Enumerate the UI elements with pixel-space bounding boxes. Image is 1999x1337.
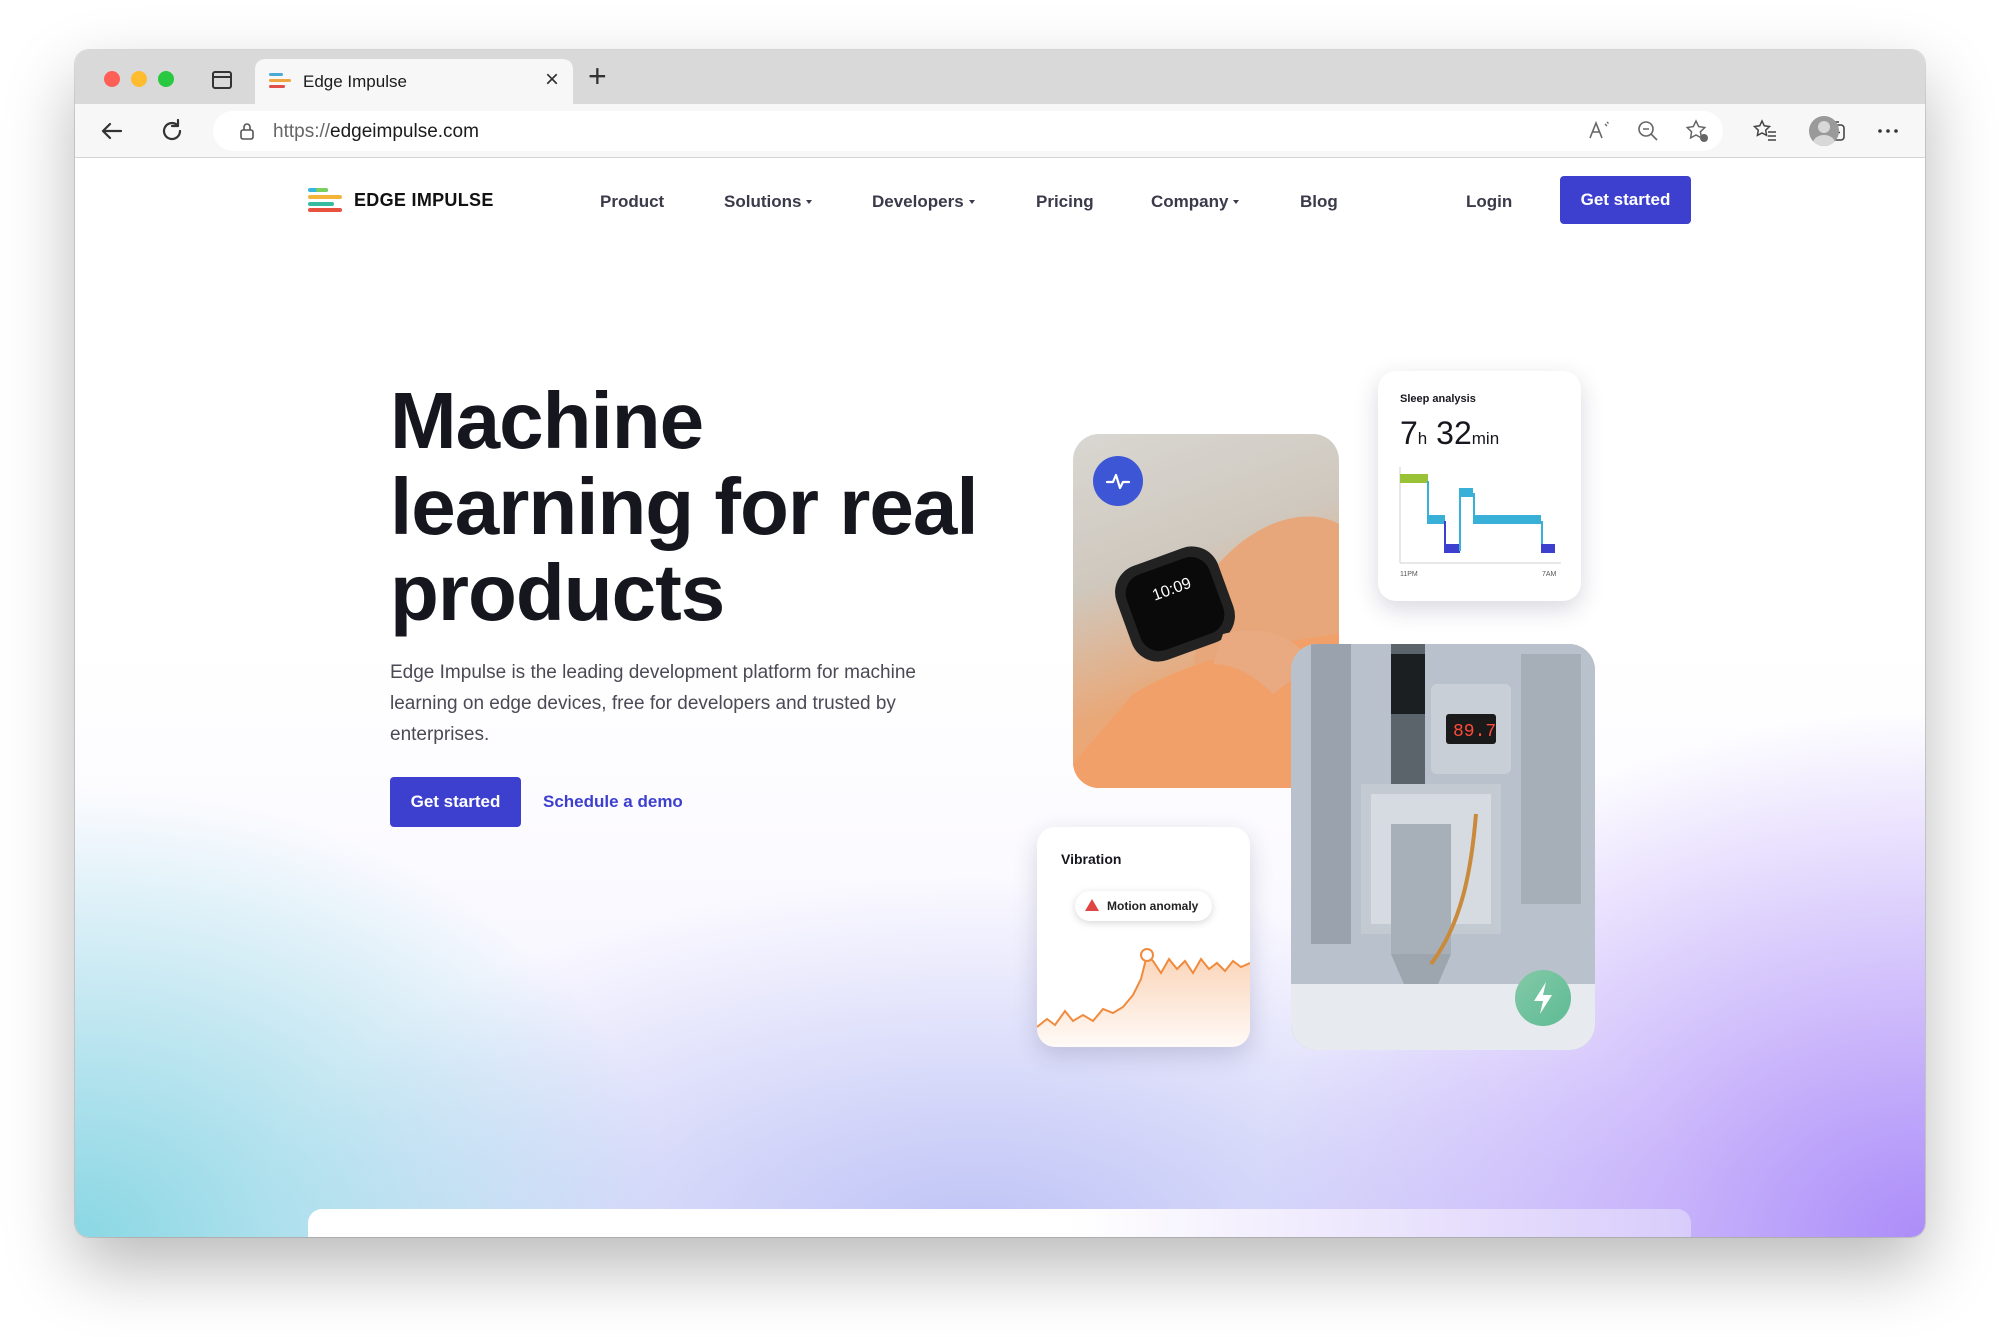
add-favorite-icon[interactable] bbox=[1684, 118, 1710, 144]
nav-pricing[interactable]: Pricing bbox=[1036, 192, 1094, 212]
address-bar[interactable]: https://edgeimpulse.com bbox=[213, 111, 1723, 151]
nav-get-started-button[interactable]: Get started bbox=[1560, 176, 1691, 224]
lightning-bolt-icon bbox=[1515, 970, 1571, 1026]
caret-down-icon bbox=[806, 200, 813, 204]
nav-login[interactable]: Login bbox=[1466, 192, 1512, 212]
sleep-axis-start: 11PM bbox=[1400, 571, 1418, 578]
hero-subtitle: Edge Impulse is the leading development … bbox=[390, 662, 916, 745]
content-panel bbox=[308, 1209, 1691, 1237]
browser-toolbar: https://edgeimpulse.com bbox=[75, 104, 1925, 158]
nav-company-label: Company bbox=[1151, 192, 1229, 211]
lock-icon[interactable] bbox=[239, 122, 255, 140]
back-arrow-icon[interactable] bbox=[97, 116, 127, 146]
sleep-axis-end: 7AM bbox=[1542, 571, 1557, 578]
machine-display-readout: 89.7 bbox=[1453, 722, 1496, 742]
nav-blog[interactable]: Blog bbox=[1300, 192, 1338, 212]
logo-text: EDGE IMPULSE bbox=[354, 189, 494, 210]
close-window-button[interactable] bbox=[104, 71, 120, 87]
reload-icon[interactable] bbox=[157, 116, 187, 146]
active-tab[interactable]: Edge Impulse × bbox=[255, 59, 573, 104]
favorites-icon[interactable] bbox=[1752, 118, 1778, 144]
profile-avatar[interactable] bbox=[1809, 116, 1839, 146]
minimize-window-button[interactable] bbox=[131, 71, 147, 87]
webpage: EDGE IMPULSE Product Solutions Developer… bbox=[75, 158, 1925, 1237]
edge-impulse-favicon-icon bbox=[269, 73, 291, 89]
url-text[interactable]: https://edgeimpulse.com bbox=[273, 121, 479, 143]
maximize-window-button[interactable] bbox=[158, 71, 174, 87]
sleep-analysis-card: Sleep analysis 7h 32min 11PM 7AM bbox=[1378, 371, 1581, 601]
site-navbar: EDGE IMPULSE Product Solutions Developer… bbox=[75, 158, 1925, 242]
read-aloud-icon[interactable] bbox=[1586, 118, 1612, 144]
vibration-sparkline bbox=[1037, 948, 1250, 1047]
new-tab-button[interactable]: + bbox=[588, 60, 607, 92]
tab-title: Edge Impulse bbox=[303, 72, 407, 91]
nav-product[interactable]: Product bbox=[600, 192, 664, 212]
zoom-out-icon[interactable] bbox=[1635, 118, 1661, 144]
schedule-demo-link[interactable]: Schedule a demo bbox=[543, 792, 683, 812]
hero-title: Machine learning for real products bbox=[390, 376, 979, 637]
nav-solutions-label: Solutions bbox=[724, 192, 802, 211]
hero-get-started-button[interactable]: Get started bbox=[390, 777, 521, 827]
heart-pulse-icon bbox=[1093, 456, 1143, 506]
caret-down-icon bbox=[968, 200, 975, 204]
edge-impulse-logo-icon bbox=[308, 188, 342, 212]
browser-window: Edge Impulse × + https://edgeimpulse.com bbox=[75, 50, 1925, 1237]
nav-developers-label: Developers bbox=[872, 192, 964, 211]
tab-strip: Edge Impulse × + bbox=[75, 50, 1925, 104]
nav-company[interactable]: Company bbox=[1151, 192, 1240, 212]
vibration-card: Vibration Motion anomaly bbox=[1037, 827, 1250, 1047]
more-icon[interactable] bbox=[1875, 118, 1901, 144]
caret-down-icon bbox=[1233, 200, 1240, 204]
url-protocol: https:// bbox=[273, 121, 331, 142]
sidebar-toggle-icon[interactable] bbox=[212, 71, 232, 89]
sleep-stage-chart bbox=[1399, 467, 1561, 564]
nav-developers[interactable]: Developers bbox=[872, 192, 975, 212]
nav-solutions[interactable]: Solutions bbox=[724, 192, 813, 212]
edge-impulse-logo[interactable]: EDGE IMPULSE bbox=[308, 188, 494, 212]
url-host: edgeimpulse.com bbox=[330, 121, 479, 142]
close-tab-icon[interactable]: × bbox=[545, 68, 559, 92]
